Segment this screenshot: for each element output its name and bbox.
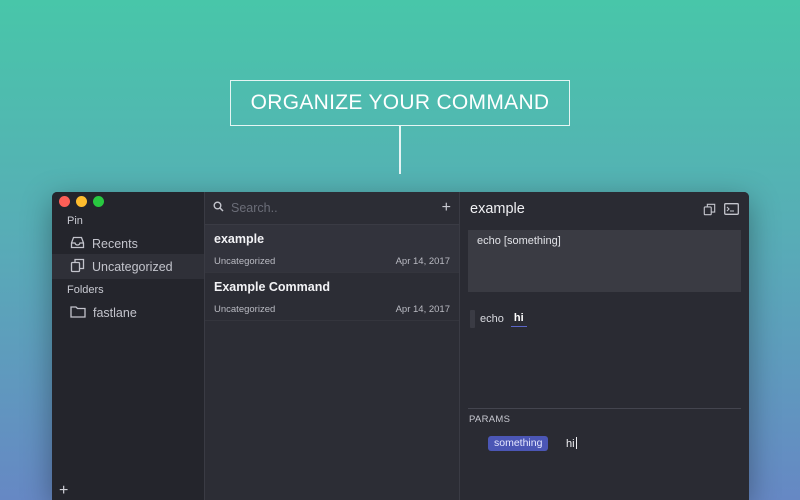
- command-date: Apr 14, 2017: [395, 304, 450, 315]
- preview-param-value: hi: [510, 312, 527, 327]
- minimize-window-button[interactable]: [76, 196, 87, 207]
- detail-pane: example echo [something] echo hi PARAMS …: [460, 192, 749, 500]
- command-editor[interactable]: echo [something]: [468, 230, 741, 292]
- folder-icon: [70, 305, 86, 321]
- connector-line: [399, 126, 401, 174]
- app-window: Pin Recents Uncategorized Folders fastla…: [52, 192, 749, 500]
- param-value-text: hi: [566, 438, 575, 450]
- inbox-icon: [70, 236, 85, 252]
- sidebar-item-fastlane[interactable]: fastlane: [52, 300, 204, 325]
- search-input[interactable]: [231, 201, 435, 215]
- sidebar-item-label: fastlane: [93, 305, 137, 320]
- close-window-button[interactable]: [59, 196, 70, 207]
- pin-section-label: Pin: [67, 215, 83, 227]
- copy-icon: [70, 258, 85, 276]
- zoom-window-button[interactable]: [93, 196, 104, 207]
- sidebar-item-label: Uncategorized: [92, 259, 173, 274]
- params-section-label: PARAMS: [469, 414, 511, 425]
- line-gutter: [470, 310, 475, 328]
- param-name-chip: something: [488, 436, 549, 451]
- add-folder-button[interactable]: +: [59, 482, 68, 500]
- add-command-button[interactable]: +: [442, 200, 451, 216]
- sidebar-item-uncategorized[interactable]: Uncategorized: [52, 254, 204, 279]
- param-value-input[interactable]: hi: [566, 437, 577, 450]
- terminal-icon[interactable]: [724, 203, 739, 216]
- detail-title: example: [470, 201, 525, 217]
- command-date: Apr 14, 2017: [395, 256, 450, 267]
- preview-command: echo: [480, 313, 504, 325]
- sidebar: Pin Recents Uncategorized Folders fastla…: [52, 192, 205, 500]
- folders-section-label: Folders: [67, 284, 104, 296]
- headline-text: ORGANIZE YOUR COMMAND: [250, 91, 550, 114]
- text-caret: [575, 437, 577, 449]
- copy-icon[interactable]: [703, 203, 716, 216]
- params-divider: [468, 408, 741, 409]
- search-icon: [213, 199, 224, 217]
- command-title: example: [214, 232, 265, 246]
- detail-toolbar: [703, 203, 739, 216]
- command-list: + example Uncategorized Apr 14, 2017 Exa…: [205, 192, 460, 500]
- sidebar-item-recents[interactable]: Recents: [52, 231, 204, 256]
- command-category: Uncategorized: [214, 256, 276, 267]
- command-category: Uncategorized: [214, 304, 276, 315]
- headline-box: ORGANIZE YOUR COMMAND: [230, 80, 570, 126]
- search-bar: +: [205, 192, 459, 225]
- sidebar-item-label: Recents: [92, 236, 138, 251]
- list-item[interactable]: Example Command Uncategorized Apr 14, 20…: [205, 273, 459, 321]
- window-controls: [59, 196, 104, 207]
- command-title: Example Command: [214, 280, 331, 294]
- command-preview: echo hi: [470, 310, 527, 328]
- list-item[interactable]: example Uncategorized Apr 14, 2017: [205, 225, 459, 273]
